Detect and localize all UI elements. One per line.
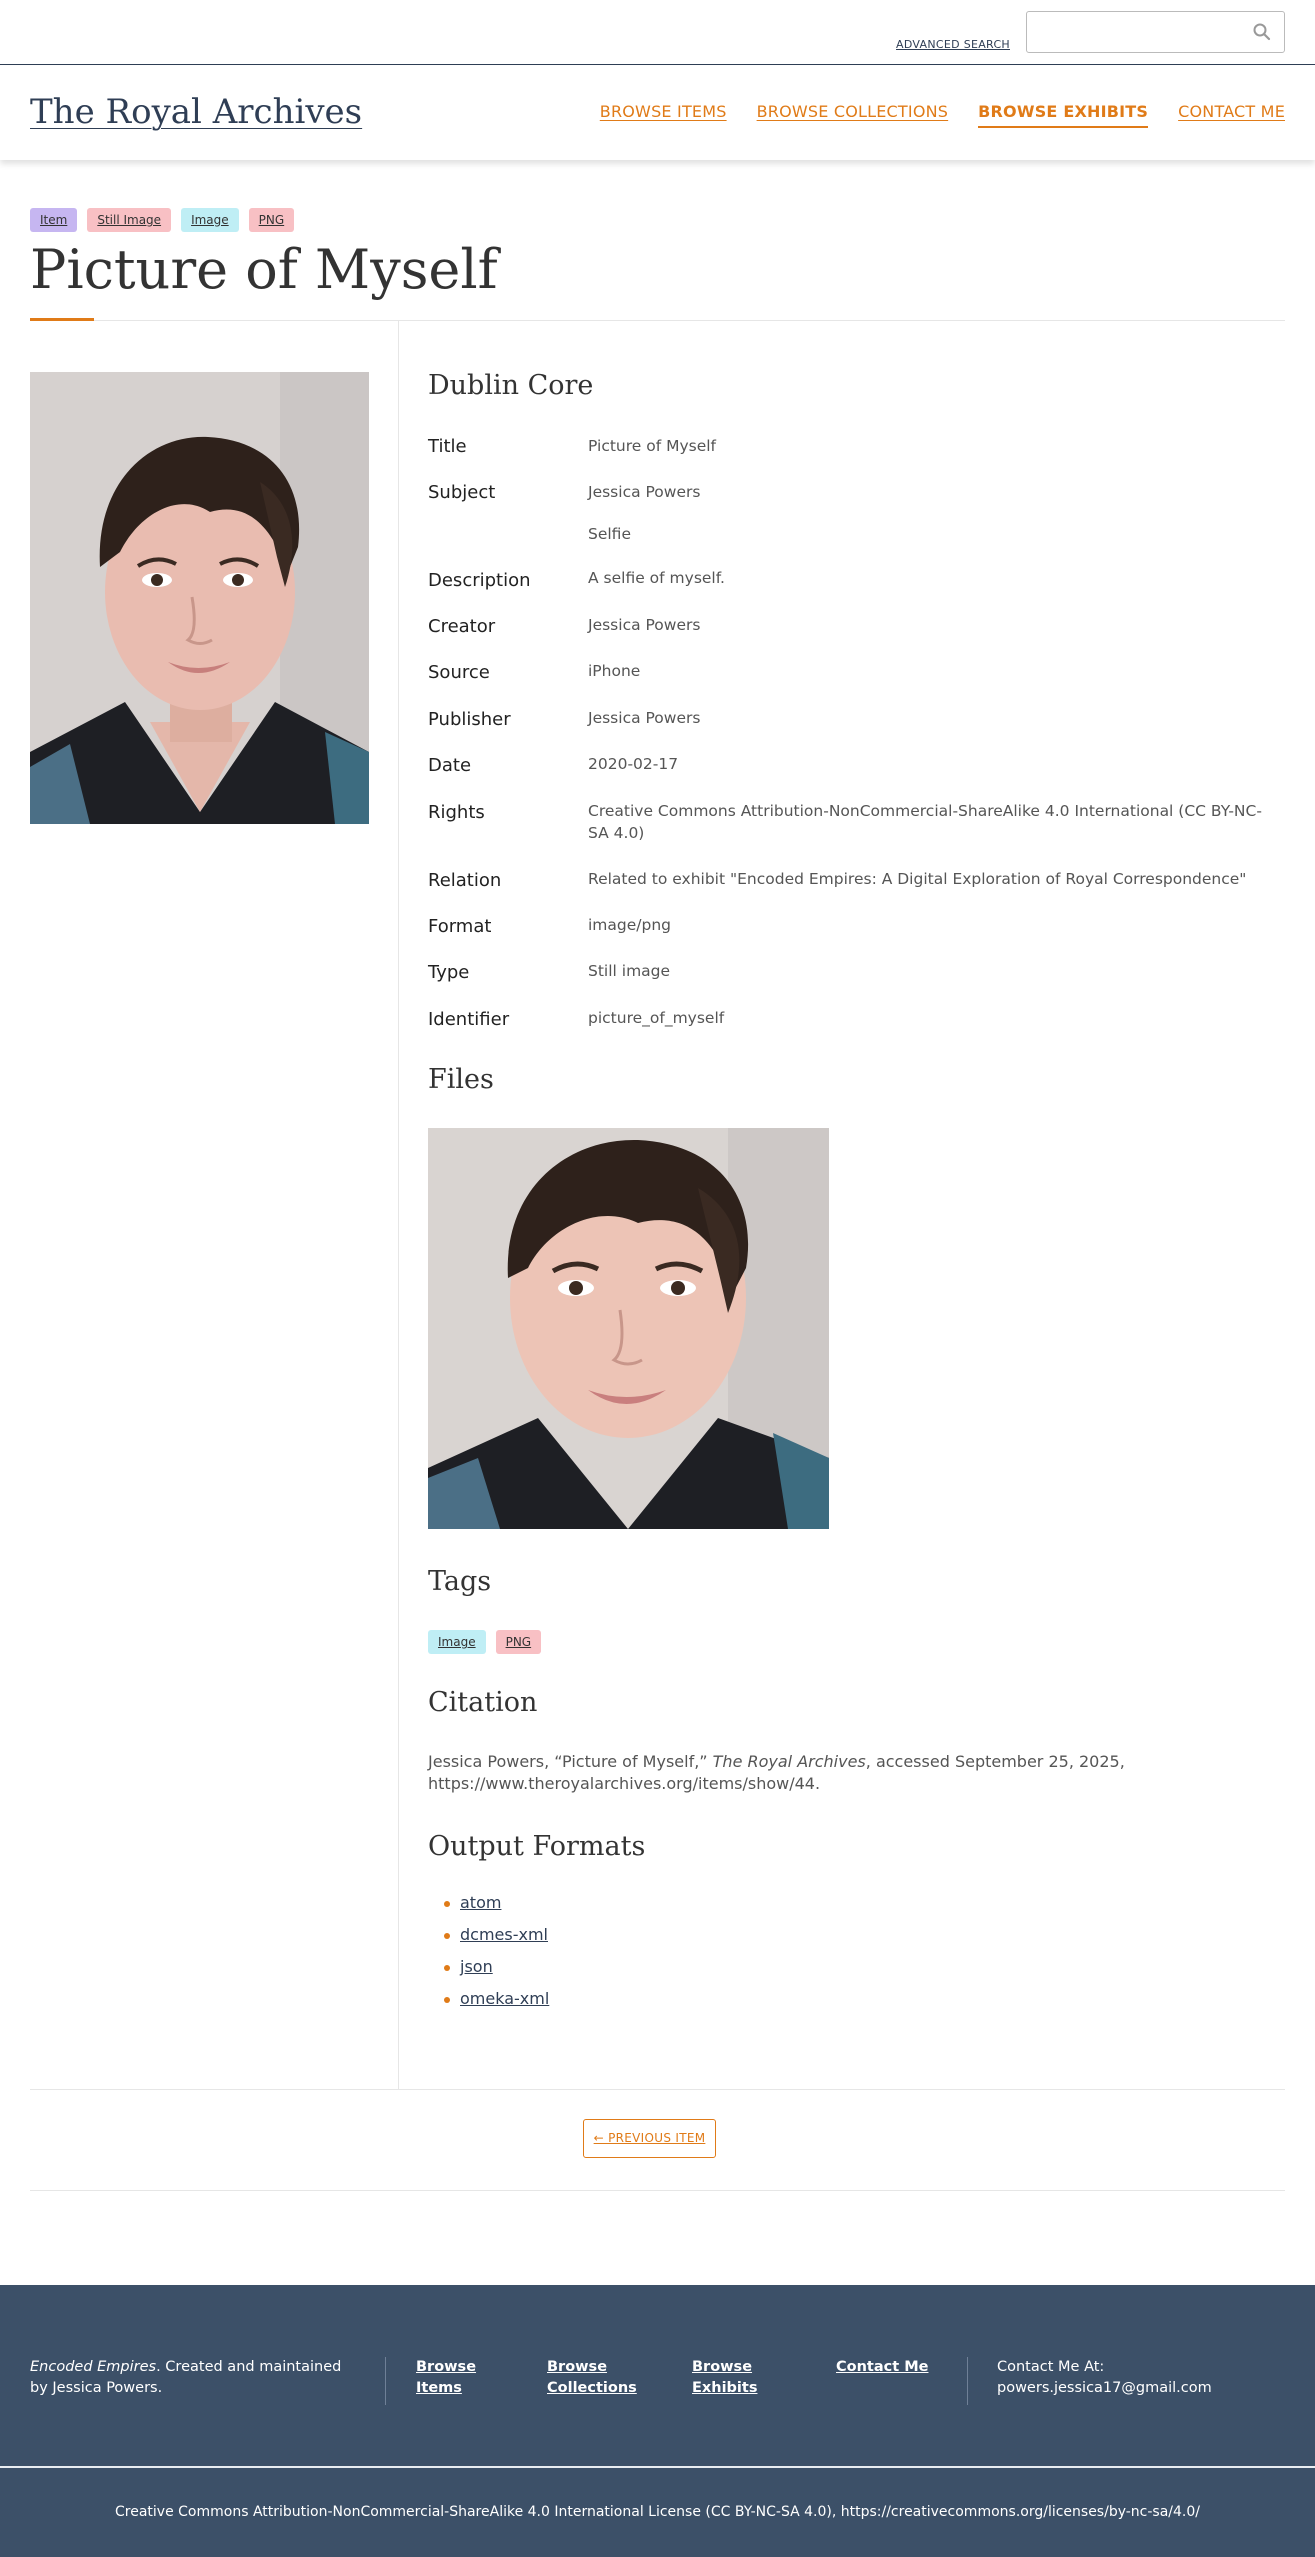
nav-browse-exhibits[interactable]: BROWSE EXHIBITS: [978, 102, 1149, 128]
dc-label-publisher: Publisher: [428, 709, 511, 730]
dc-label-rights: Rights: [428, 802, 485, 823]
previous-item-button[interactable]: ← PREVIOUS ITEM: [583, 2119, 716, 2158]
footer-license-bar: Creative Commons Attribution-NonCommerci…: [0, 2466, 1315, 2557]
site-title-link[interactable]: The Royal Archives: [30, 92, 362, 132]
dublin-core-heading: Dublin Core: [428, 370, 594, 401]
citation-pre: Jessica Powers, “Picture of Myself,”: [428, 1752, 713, 1771]
list-item: dcmes-xml: [444, 1925, 549, 1957]
main-nav: BROWSE ITEMS BROWSE COLLECTIONS BROWSE E…: [600, 102, 1285, 128]
dc-value-description: A selfie of myself.: [588, 569, 725, 587]
dc-label-subject: Subject: [428, 482, 496, 503]
page-title: Picture of Myself: [30, 238, 498, 301]
pagination-top-divider: [30, 2089, 1285, 2090]
dc-label-creator: Creator: [428, 616, 496, 637]
format-link-dcmes-xml[interactable]: dcmes-xml: [460, 1925, 548, 1944]
dc-label-date: Date: [428, 755, 472, 776]
footer-contact: Contact Me At: powers.jessica17@gmail.co…: [997, 2357, 1277, 2399]
footer-divider: [967, 2357, 968, 2405]
item-badges: Item Still Image Image PNG: [30, 208, 295, 232]
tags-heading: Tags: [428, 1566, 492, 1597]
format-link-omeka-xml[interactable]: omeka-xml: [460, 1989, 549, 2008]
dc-value-identifier: picture_of_myself: [588, 1009, 725, 1027]
list-item: json: [444, 1957, 549, 1989]
citation-text: Jessica Powers, “Picture of Myself,” The…: [428, 1751, 1288, 1795]
dc-label-type: Type: [428, 962, 470, 983]
column-divider: [398, 321, 399, 2089]
nav-browse-collections[interactable]: BROWSE COLLECTIONS: [757, 102, 949, 128]
nav-contact-me[interactable]: CONTACT ME: [1178, 102, 1285, 128]
footer-about: Encoded Empires. Created and maintained …: [30, 2357, 360, 2399]
title-divider: [30, 320, 1285, 321]
dc-label-relation: Relation: [428, 870, 502, 891]
dc-value-subject-2: Selfie: [588, 525, 631, 543]
search-field[interactable]: [1026, 11, 1285, 53]
item-image[interactable]: [30, 372, 369, 824]
search-input[interactable]: [1035, 20, 1235, 44]
advanced-search-link[interactable]: ADVANCED SEARCH: [896, 38, 1010, 51]
output-formats-heading: Output Formats: [428, 1831, 646, 1862]
dc-value-type: Still image: [588, 962, 671, 980]
badge-image[interactable]: Image: [181, 208, 239, 232]
site-header: The Royal Archives BROWSE ITEMS BROWSE C…: [0, 66, 1315, 160]
citation-heading: Citation: [428, 1687, 538, 1718]
format-link-json[interactable]: json: [460, 1957, 493, 1976]
badge-item[interactable]: Item: [30, 208, 78, 232]
dc-value-date: 2020-02-17: [588, 755, 679, 773]
utility-bar: ADVANCED SEARCH: [0, 0, 1315, 65]
list-item: omeka-xml: [444, 1989, 549, 2021]
dc-value-format: image/png: [588, 916, 672, 934]
badge-still-image[interactable]: Still Image: [87, 208, 172, 232]
search-icon[interactable]: [1252, 22, 1272, 42]
dc-label-description: Description: [428, 570, 531, 591]
license-text: Creative Commons Attribution-NonCommerci…: [115, 2504, 1200, 2520]
dc-label-title: Title: [428, 436, 467, 457]
footer-link-browse-collections[interactable]: Browse Collections: [547, 2357, 647, 2399]
dc-value-publisher: Jessica Powers: [588, 709, 701, 727]
footer-link-browse-items[interactable]: Browse Items: [416, 2357, 526, 2399]
footer-contact-label: Contact Me At:: [997, 2359, 1105, 2375]
dc-label-format: Format: [428, 916, 492, 937]
footer-about-title: Encoded Empires: [30, 2359, 157, 2375]
nav-browse-items[interactable]: BROWSE ITEMS: [600, 102, 727, 128]
dc-value-relation: Related to exhibit "Encoded Empires: A D…: [588, 870, 1247, 888]
dc-label-source: Source: [428, 662, 490, 683]
dc-value-title: Picture of Myself: [588, 437, 717, 455]
citation-site: The Royal Archives: [712, 1752, 866, 1771]
dc-label-identifier: Identifier: [428, 1009, 510, 1030]
dc-value-rights: Creative Commons Attribution-NonCommerci…: [588, 802, 1262, 842]
dc-value-subject-1: Jessica Powers: [588, 483, 701, 501]
file-thumbnail[interactable]: [428, 1128, 829, 1529]
dc-value-source: iPhone: [588, 662, 641, 680]
format-link-atom[interactable]: atom: [460, 1893, 501, 1912]
site-footer: Encoded Empires. Created and maintained …: [0, 2285, 1315, 2466]
badge-png[interactable]: PNG: [248, 208, 295, 232]
tag-image[interactable]: Image: [428, 1630, 486, 1654]
files-heading: Files: [428, 1064, 494, 1095]
dc-value-creator: Jessica Powers: [588, 616, 701, 634]
footer-link-browse-exhibits[interactable]: Browse Exhibits: [692, 2357, 772, 2399]
footer-contact-email: powers.jessica17@gmail.com: [997, 2380, 1212, 2396]
pagination-bottom-divider: [30, 2190, 1285, 2191]
title-accent-bar: [30, 318, 94, 321]
tag-png[interactable]: PNG: [495, 1630, 542, 1654]
footer-link-contact-me[interactable]: Contact Me: [836, 2357, 946, 2378]
footer-divider: [385, 2357, 386, 2405]
tag-list: Image PNG: [428, 1630, 542, 1654]
output-format-list: atom dcmes-xml json omeka-xml: [444, 1893, 549, 2021]
list-item: atom: [444, 1893, 549, 1925]
